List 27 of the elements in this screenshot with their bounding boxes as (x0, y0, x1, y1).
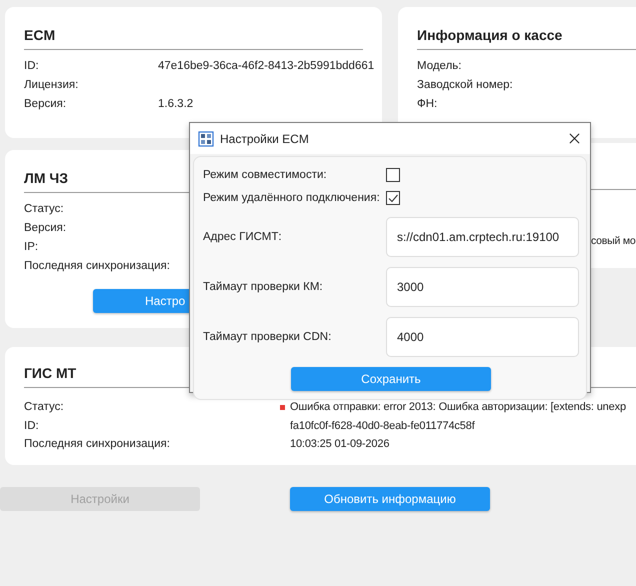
card-title: ECM (24, 25, 363, 50)
field-value: Ошибка отправки: error 2013: Ошибка авторизации: [extends: unexp (290, 401, 626, 414)
card-title: Информация о кассе (417, 25, 636, 50)
field-value: 1.6.3.2 (158, 98, 194, 110)
field-value: 10:03:25 01-09-2026 (290, 438, 390, 450)
field-label: Последняя синхронизация: (24, 438, 171, 450)
field-label: ID: (24, 420, 40, 432)
setting-label: Таймаут проверки CDN: (203, 331, 332, 343)
setting-label: Адрес ГИСМТ: (203, 231, 283, 243)
setting-label: Режим совместимости: (203, 168, 328, 180)
field-label: ID: (24, 60, 40, 72)
dialog-title: Настройки ECM (220, 132, 310, 146)
field-label: Версия: (24, 222, 66, 234)
field-label: Заводской номер: (417, 78, 513, 90)
setting-label: Таймаут проверки КМ: (203, 281, 324, 293)
field-label: Статус: (24, 401, 65, 414)
setting-label: Режим удалённого подключения: (203, 192, 381, 204)
field-label: Модель: (417, 60, 462, 72)
field-label: ФН: (417, 98, 438, 110)
field-label: Последняя синхронизация: (24, 260, 170, 272)
field-label: Статус: (24, 202, 64, 214)
field-value: fa10fc0f-f628-40d0-8eab-fe011774c58f (290, 420, 475, 432)
field-label: Версия: (24, 98, 68, 110)
field-value: 47e16be9-36ca-46f2-8413-2b5991bdd661 (158, 60, 374, 72)
field-label: Лицензия: (24, 78, 80, 90)
field-label: IP: (24, 240, 38, 252)
field-value: совый мо (591, 235, 636, 247)
